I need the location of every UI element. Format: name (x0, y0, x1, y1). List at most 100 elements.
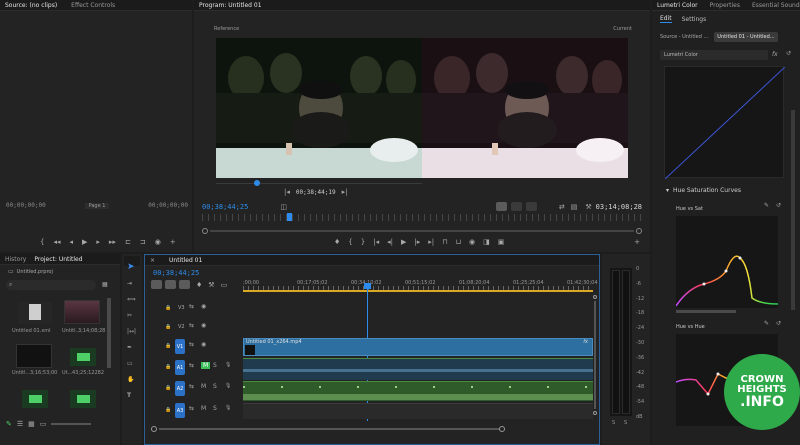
track-header-v3[interactable]: 🔒 V3 ⇆ ◉ (145, 301, 241, 317)
solo-button[interactable]: S (213, 362, 217, 369)
sync-lock-icon[interactable]: ⇆ (189, 362, 194, 369)
reset-icon[interactable]: ↺ (786, 50, 791, 57)
tab-essential-sound[interactable]: Essential Sound (752, 2, 800, 9)
microphone-icon[interactable]: 🎙 (225, 362, 231, 368)
tab-sequence[interactable]: Untitled 01 (169, 257, 202, 264)
wrench-icon[interactable]: ⚒ (585, 203, 591, 211)
project-audio-thumb[interactable] (70, 348, 96, 366)
mute-button[interactable]: M (201, 405, 206, 412)
step-back-frame-icon[interactable]: ◂ (70, 238, 74, 246)
proxy-icon[interactable]: ▣ (498, 238, 505, 246)
step-back-icon[interactable]: ◂| (387, 238, 393, 246)
track-label[interactable]: V3 (178, 305, 185, 311)
program-ruler[interactable] (202, 214, 642, 221)
program-title[interactable]: Program: Untitled 01 (199, 2, 262, 9)
lock-icon[interactable]: 🔒 (165, 364, 171, 370)
reference-scrubber[interactable] (216, 183, 422, 184)
project-audio-thumb[interactable] (22, 390, 48, 408)
go-to-in-icon[interactable]: |◂ (373, 238, 379, 246)
step-forward-frame-icon[interactable]: ▸ (96, 238, 100, 246)
close-icon[interactable]: × (150, 257, 155, 264)
project-item-name[interactable]: Untitl... (12, 370, 30, 376)
side-by-side-button[interactable] (495, 202, 507, 211)
sync-lock-icon[interactable]: ⇆ (189, 405, 194, 412)
reset-icon[interactable]: ↺ (776, 320, 781, 327)
mark-in-icon[interactable]: { (40, 238, 44, 246)
wrench-icon[interactable]: ⚒ (208, 281, 214, 289)
lock-icon[interactable]: 🔒 (165, 385, 171, 391)
project-item-thumb[interactable] (64, 300, 100, 324)
track-label[interactable]: A2 (175, 381, 185, 396)
rectangle-tool-icon[interactable]: ▭ (127, 360, 133, 367)
sequence-clip-button[interactable]: Untitled 01 - Untitled... (714, 32, 778, 42)
step-forward-icon[interactable]: ▸▸ (109, 238, 116, 246)
snap-icon[interactable] (165, 280, 176, 289)
pencil-icon[interactable]: ✎ (6, 420, 12, 428)
subtab-settings[interactable]: Settings (682, 16, 707, 23)
clip-fx-badge[interactable]: fx (583, 339, 588, 345)
selection-tool-icon[interactable]: ➤ (127, 262, 135, 272)
mute-button[interactable]: M (201, 362, 211, 369)
tab-source[interactable]: Source: (no clips) (5, 2, 57, 9)
lock-icon[interactable]: 🔒 (165, 343, 171, 349)
source-timecode[interactable]: 00;00;00;00 (6, 202, 46, 209)
eyedropper-icon[interactable]: ✎ (764, 202, 769, 209)
reference-playhead[interactable] (254, 180, 260, 186)
project-item-name[interactable]: Untitled 01.xml (12, 328, 51, 334)
linked-selection-icon[interactable] (179, 280, 190, 289)
add-button-icon[interactable]: + (634, 238, 640, 246)
go-to-out-icon[interactable]: ▸| (428, 238, 434, 246)
tab-history[interactable]: History (5, 256, 26, 263)
hue-vs-sat-graph[interactable] (675, 216, 779, 308)
track-label[interactable]: V1 (175, 339, 185, 354)
horizontal-split-button[interactable] (525, 202, 537, 211)
add-button-icon[interactable]: + (170, 238, 176, 246)
audio-track-a3-empty[interactable] (243, 403, 593, 419)
mark-in-icon[interactable]: { (348, 238, 352, 246)
comparison-icon[interactable]: ◫ (280, 203, 287, 211)
audio-clip-a2[interactable] (243, 381, 593, 401)
solo-button[interactable]: S (213, 405, 217, 412)
marker-icon[interactable]: ♦ (334, 238, 340, 246)
camera-icon[interactable]: ◉ (469, 238, 475, 246)
eye-icon[interactable]: ◉ (201, 303, 206, 310)
track-label[interactable]: V2 (178, 324, 185, 330)
lock-icon[interactable]: 🔒 (165, 324, 171, 330)
insert-icon[interactable]: ⊏ (125, 238, 131, 246)
play-icon[interactable]: ▶ (401, 238, 406, 246)
project-item-thumb[interactable] (18, 302, 52, 324)
subtab-edit[interactable]: Edit (660, 15, 672, 23)
nest-icon[interactable] (151, 280, 162, 289)
swap-icon[interactable]: ⇄ (559, 203, 565, 211)
step-back-icon[interactable]: ◂◂ (53, 238, 60, 246)
razor-tool-icon[interactable]: ✂ (127, 312, 132, 319)
track-header-v2[interactable]: 🔒 V2 ⇆ ◉ (145, 320, 241, 336)
track-header-a2[interactable]: 🔒 A2 ⇆ M S 🎙 (145, 381, 241, 397)
captions-icon[interactable]: ▭ (221, 281, 228, 289)
track-label[interactable]: A1 (175, 360, 185, 375)
overwrite-icon[interactable]: ⊐ (140, 238, 146, 246)
source-clip-button[interactable]: Source - Untitled ... (660, 34, 708, 40)
extract-icon[interactable]: ⊔ (456, 238, 461, 246)
slip-tool-icon[interactable]: |↔| (127, 328, 136, 335)
tab-project[interactable]: Project: Untitled (34, 256, 82, 263)
program-playhead[interactable] (287, 213, 292, 221)
playhead-head[interactable] (364, 283, 371, 289)
mark-out-icon[interactable]: } (361, 238, 365, 246)
program-timecode[interactable]: 00;38;44;25 (202, 203, 248, 211)
solo-right-button[interactable]: S (624, 420, 627, 426)
marker-icon[interactable]: ♦ (196, 281, 202, 289)
source-page-select[interactable]: Page 1 (84, 202, 110, 209)
work-area-bar[interactable] (243, 290, 593, 292)
microphone-icon[interactable]: 🎙 (225, 383, 231, 389)
sync-lock-icon[interactable]: ⇆ (189, 383, 194, 390)
icon-view-icon[interactable]: ▦ (28, 420, 35, 428)
tab-lumetri-color[interactable]: Lumetri Color (657, 2, 698, 9)
track-select-icon[interactable]: ⇥ (127, 280, 132, 287)
sync-lock-icon[interactable]: ⇆ (189, 303, 194, 310)
sync-lock-icon[interactable]: ⇆ (189, 322, 194, 329)
sync-lock-icon[interactable]: ⇆ (189, 341, 194, 348)
tab-effect-controls[interactable]: Effect Controls (71, 2, 115, 9)
timeline-timecode[interactable]: 00;38;44;25 (153, 269, 199, 277)
program-zoom-bar[interactable] (202, 228, 642, 234)
